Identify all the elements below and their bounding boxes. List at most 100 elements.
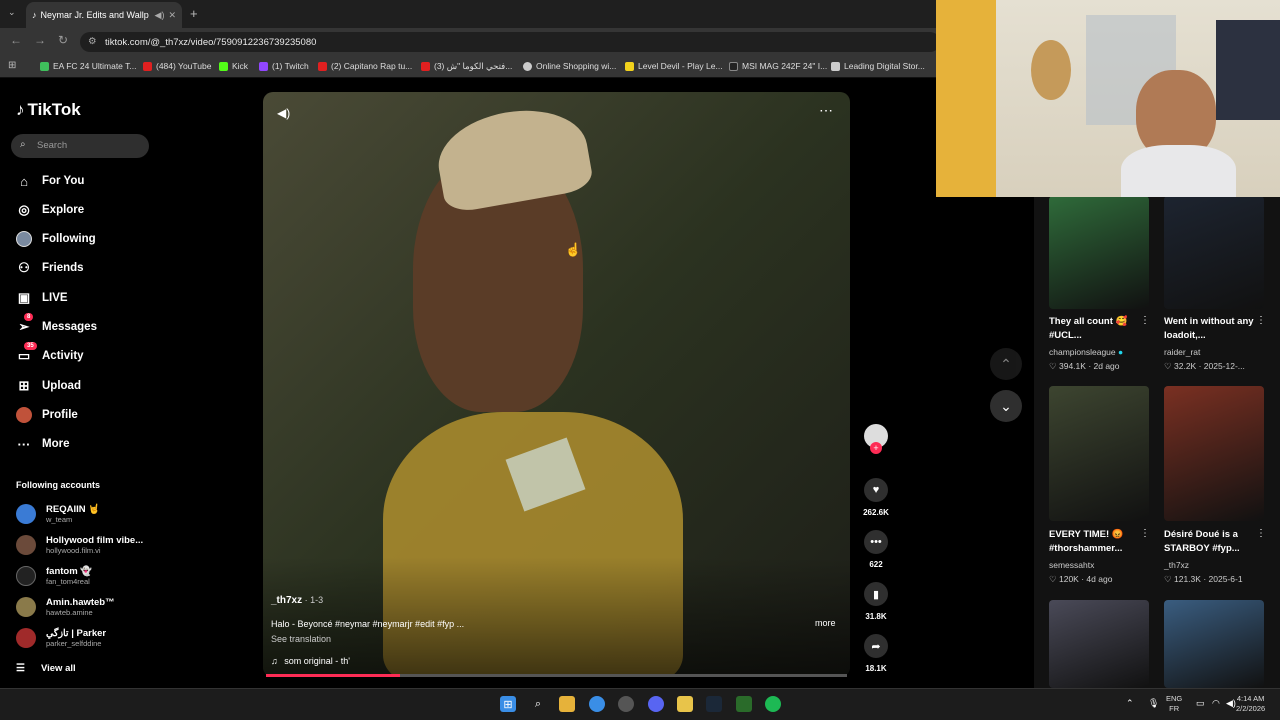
reload-icon[interactable]: ↻ bbox=[58, 33, 68, 47]
next-video-button[interactable]: ⌄ bbox=[990, 390, 1022, 422]
network-icon[interactable]: ◠ bbox=[1212, 698, 1220, 709]
site-info-icon[interactable]: ⚙ bbox=[88, 36, 97, 47]
video-thumbnail[interactable] bbox=[1164, 600, 1264, 688]
bookmark-item[interactable]: (1) Twitch bbox=[259, 61, 309, 71]
bookmark-item[interactable]: (2) Capitano Rap tu... bbox=[318, 61, 412, 71]
bookmark-item[interactable]: EA FC 24 Ultimate T... bbox=[40, 61, 136, 71]
kebab-menu-icon[interactable]: ⋮ bbox=[1140, 315, 1150, 326]
live-icon: ▣ bbox=[17, 290, 31, 305]
share-icon[interactable]: ➦ bbox=[864, 634, 888, 658]
bookmark-item[interactable]: (3) فتحي الكوما "ش... bbox=[421, 61, 512, 72]
video-author[interactable]: _th7xz bbox=[1164, 560, 1189, 570]
microphone-icon[interactable]: 🎙 bbox=[1148, 698, 1159, 709]
browser-tab[interactable]: ♪ Neymar Jr. Edits and Wallp ◀) ✕ bbox=[26, 2, 182, 28]
kebab-menu-icon[interactable]: ⋮ bbox=[1256, 528, 1266, 539]
back-icon[interactable]: ← bbox=[10, 33, 22, 47]
nav-upload[interactable]: ⊞ Upload bbox=[16, 376, 81, 396]
view-all-link[interactable]: ☰ View all bbox=[16, 658, 76, 678]
nav-live[interactable]: ▣ LIVE bbox=[16, 288, 68, 308]
avatar bbox=[16, 628, 36, 648]
display-icon[interactable]: ▭ bbox=[1196, 698, 1205, 709]
search-input[interactable]: ⌕ Search bbox=[11, 134, 149, 158]
language-indicator[interactable]: ENG FR bbox=[1166, 694, 1182, 714]
nav-profile[interactable]: Profile bbox=[16, 405, 78, 425]
kebab-menu-icon[interactable]: ⋮ bbox=[1140, 528, 1150, 539]
nav-messages[interactable]: ➢ 8 Messages bbox=[16, 313, 97, 337]
following-account[interactable]: fantom 👻 fan_tom4real bbox=[16, 566, 92, 586]
bookmark-item[interactable]: Online Shopping wi... bbox=[523, 61, 616, 71]
app-icon[interactable] bbox=[618, 696, 634, 712]
forward-icon[interactable]: → bbox=[34, 33, 46, 47]
bookmark-item[interactable]: Leading Digital Stor... bbox=[831, 61, 925, 71]
tray-overflow-icon[interactable]: ⌃ bbox=[1126, 698, 1134, 709]
video-author[interactable]: semessahtx bbox=[1049, 560, 1094, 570]
volume-icon[interactable]: ◀) bbox=[1226, 698, 1236, 709]
following-account[interactable]: Amin.hawteb™ hawteb.amine bbox=[16, 597, 115, 617]
search-icon[interactable]: ⌕ bbox=[530, 696, 546, 712]
video-thumbnail[interactable] bbox=[1164, 196, 1264, 309]
video-progress-bar[interactable] bbox=[266, 674, 847, 677]
video-caption: Halo - Beyoncé #neymar #neymarjr #edit #… bbox=[271, 619, 465, 629]
nav-explore[interactable]: ◎ Explore bbox=[16, 200, 84, 220]
comment-action[interactable]: ••• 622 bbox=[862, 530, 890, 569]
nav-friends[interactable]: ⚇ Friends bbox=[16, 258, 83, 278]
video-author[interactable]: _th7xz bbox=[271, 595, 302, 606]
video-author[interactable]: championsleague ● bbox=[1049, 347, 1123, 357]
url-bar[interactable]: ⚙ tiktok.com/@_th7xz/video/7590912236739… bbox=[80, 32, 940, 52]
tab-title: Neymar Jr. Edits and Wallp bbox=[40, 10, 149, 20]
video-thumbnail[interactable] bbox=[1164, 386, 1264, 521]
tiktok-logo[interactable]: ♪ TikTok bbox=[16, 100, 81, 120]
video-player[interactable]: ◀) ⋯ ☝ bbox=[263, 92, 850, 677]
clock[interactable]: 4:14 AM 2/2/2026 bbox=[1236, 694, 1265, 714]
nav-more[interactable]: ··· More bbox=[16, 434, 70, 454]
like-count: 262.6K bbox=[863, 508, 889, 517]
bookmark-item[interactable]: Level Devil - Play Le... bbox=[625, 61, 723, 71]
bookmark-item[interactable]: (484) YouTube bbox=[143, 61, 211, 71]
chrome-icon[interactable] bbox=[589, 696, 605, 712]
save-action[interactable]: ▮ 31.8K bbox=[862, 582, 890, 621]
share-action[interactable]: ➦ 18.1K bbox=[862, 634, 890, 673]
more-icon: ··· bbox=[17, 436, 31, 452]
bookmark-item[interactable]: Kick bbox=[219, 61, 248, 71]
notes-icon[interactable] bbox=[677, 696, 693, 712]
thumbnail-image bbox=[1049, 600, 1149, 688]
bookmark-icon[interactable]: ▮ bbox=[864, 582, 888, 606]
apps-icon[interactable]: ⊞ bbox=[8, 60, 16, 71]
kebab-menu-icon[interactable]: ⋮ bbox=[1256, 315, 1266, 326]
following-account[interactable]: تازگي | Parker parker_selfddine bbox=[16, 628, 106, 648]
video-thumbnail[interactable] bbox=[1049, 196, 1149, 309]
caption-more-link[interactable]: more bbox=[815, 618, 836, 628]
nav-for-you[interactable]: ⌂ For You bbox=[16, 171, 84, 191]
music-note-icon: ♫ bbox=[271, 656, 278, 666]
volume-icon[interactable]: ◀) bbox=[277, 106, 290, 120]
bookmark-item[interactable]: MSI MAG 242F 24" I... bbox=[729, 61, 827, 71]
tab-close-icon[interactable]: ✕ bbox=[168, 10, 176, 21]
windows-taskbar bbox=[0, 688, 1280, 720]
video-sound[interactable]: ♫ som original - th' bbox=[271, 656, 350, 666]
new-tab-icon[interactable]: + bbox=[190, 6, 198, 21]
nav-activity[interactable]: ▭ 35 Activity bbox=[16, 342, 84, 366]
comment-icon[interactable]: ••• bbox=[864, 530, 888, 554]
spotify-icon[interactable] bbox=[765, 696, 781, 712]
steam-icon[interactable] bbox=[706, 696, 722, 712]
nav-following[interactable]: Following bbox=[16, 229, 96, 249]
file-explorer-icon[interactable] bbox=[559, 696, 575, 712]
follow-plus-icon[interactable]: + bbox=[870, 442, 882, 454]
heart-icon[interactable]: ♥ bbox=[864, 478, 888, 502]
video-options-icon[interactable]: ⋯ bbox=[819, 102, 833, 119]
video-date: · 1-3 bbox=[304, 595, 324, 605]
video-thumbnail[interactable] bbox=[1049, 386, 1149, 521]
following-account[interactable]: Hollywood film vibe... hollywood.film.vi bbox=[16, 535, 143, 555]
kick-favicon-icon bbox=[219, 61, 228, 71]
windows-start-icon[interactable]: ⊞ bbox=[500, 696, 516, 712]
following-account[interactable]: REQAIIN 🤘 w_team bbox=[16, 504, 100, 524]
discord-icon[interactable] bbox=[648, 696, 664, 712]
video-thumbnail[interactable] bbox=[1049, 600, 1149, 688]
like-action[interactable]: ♥ 262.6K bbox=[862, 478, 890, 517]
creator-avatar[interactable]: + bbox=[862, 424, 890, 454]
previous-video-button[interactable]: ⌃ bbox=[990, 348, 1022, 380]
tab-search-icon[interactable]: ⌄ bbox=[8, 7, 16, 18]
media-app-icon[interactable] bbox=[736, 696, 752, 712]
see-translation-link[interactable]: See translation bbox=[271, 634, 331, 644]
video-author[interactable]: raider_rat bbox=[1164, 347, 1200, 357]
